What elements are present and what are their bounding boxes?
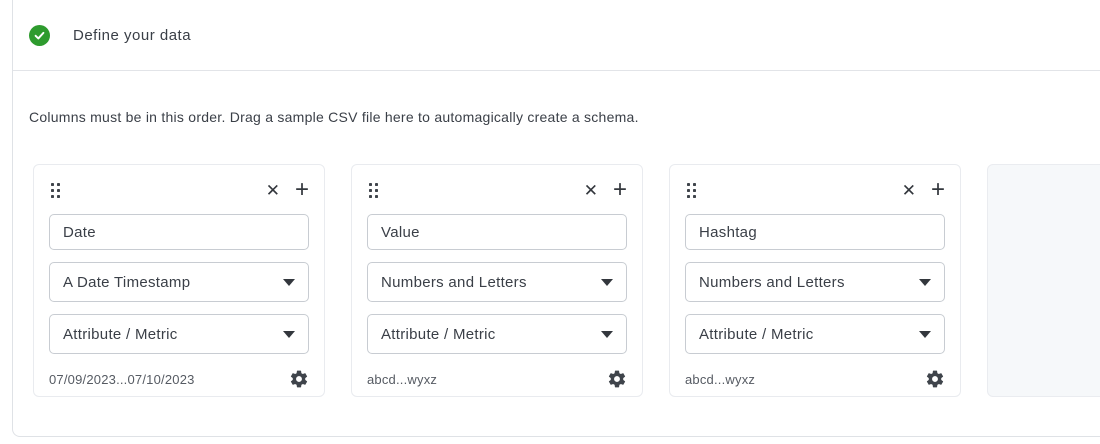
instructions-text: Columns must be in this order. Drag a sa…	[29, 109, 1100, 125]
card-actions: ✕ +	[902, 180, 945, 199]
settings-gear-icon[interactable]	[289, 369, 309, 389]
card-footer: abcd...wyxz	[367, 369, 627, 389]
card-toolbar: ✕ +	[367, 178, 627, 202]
caret-down-icon	[283, 331, 295, 338]
add-column-icon[interactable]: +	[931, 180, 945, 199]
column-role-select[interactable]: Attribute / Metric	[49, 314, 309, 354]
empty-column-placeholder[interactable]	[987, 164, 1100, 397]
settings-gear-icon[interactable]	[925, 369, 945, 389]
panel-title: Define your data	[73, 27, 191, 44]
column-card: ✕ + Numbers and Letters Attribute / Metr…	[669, 164, 961, 397]
column-role-value: Attribute / Metric	[699, 326, 814, 343]
card-actions: ✕ +	[266, 180, 309, 199]
column-name-input[interactable]	[367, 214, 627, 250]
sample-range-text: abcd...wyxz	[367, 372, 437, 387]
sample-range-text: abcd...wyxz	[685, 372, 755, 387]
column-type-select[interactable]: Numbers and Letters	[685, 262, 945, 302]
caret-down-icon	[919, 279, 931, 286]
drag-handle-icon[interactable]	[685, 181, 698, 200]
settings-gear-icon[interactable]	[607, 369, 627, 389]
remove-column-icon[interactable]: ✕	[266, 182, 280, 199]
column-role-value: Attribute / Metric	[381, 326, 496, 343]
remove-column-icon[interactable]: ✕	[902, 182, 916, 199]
column-role-value: Attribute / Metric	[63, 326, 178, 343]
schema-columns-row: ✕ + A Date Timestamp Attribute / Metric …	[33, 164, 1100, 397]
add-column-icon[interactable]: +	[295, 180, 309, 199]
column-type-value: Numbers and Letters	[699, 274, 845, 291]
card-footer: 07/09/2023...07/10/2023	[49, 369, 309, 389]
card-toolbar: ✕ +	[49, 178, 309, 202]
card-toolbar: ✕ +	[685, 178, 945, 202]
caret-down-icon	[283, 279, 295, 286]
column-type-value: A Date Timestamp	[63, 274, 190, 291]
sample-range-text: 07/09/2023...07/10/2023	[49, 372, 195, 387]
caret-down-icon	[601, 331, 613, 338]
card-actions: ✕ +	[584, 180, 627, 199]
drag-handle-icon[interactable]	[49, 181, 62, 200]
step-complete-check-icon	[29, 25, 50, 46]
column-card: ✕ + Numbers and Letters Attribute / Metr…	[351, 164, 643, 397]
panel-header: Define your data	[13, 0, 1100, 71]
column-role-select[interactable]: Attribute / Metric	[367, 314, 627, 354]
define-data-panel: Define your data Columns must be in this…	[12, 0, 1100, 437]
column-name-input[interactable]	[49, 214, 309, 250]
column-type-select[interactable]: A Date Timestamp	[49, 262, 309, 302]
column-type-select[interactable]: Numbers and Letters	[367, 262, 627, 302]
card-footer: abcd...wyxz	[685, 369, 945, 389]
caret-down-icon	[919, 331, 931, 338]
caret-down-icon	[601, 279, 613, 286]
add-column-icon[interactable]: +	[613, 180, 627, 199]
column-type-value: Numbers and Letters	[381, 274, 527, 291]
column-card: ✕ + A Date Timestamp Attribute / Metric …	[33, 164, 325, 397]
column-role-select[interactable]: Attribute / Metric	[685, 314, 945, 354]
remove-column-icon[interactable]: ✕	[584, 182, 598, 199]
drag-handle-icon[interactable]	[367, 181, 380, 200]
column-name-input[interactable]	[685, 214, 945, 250]
